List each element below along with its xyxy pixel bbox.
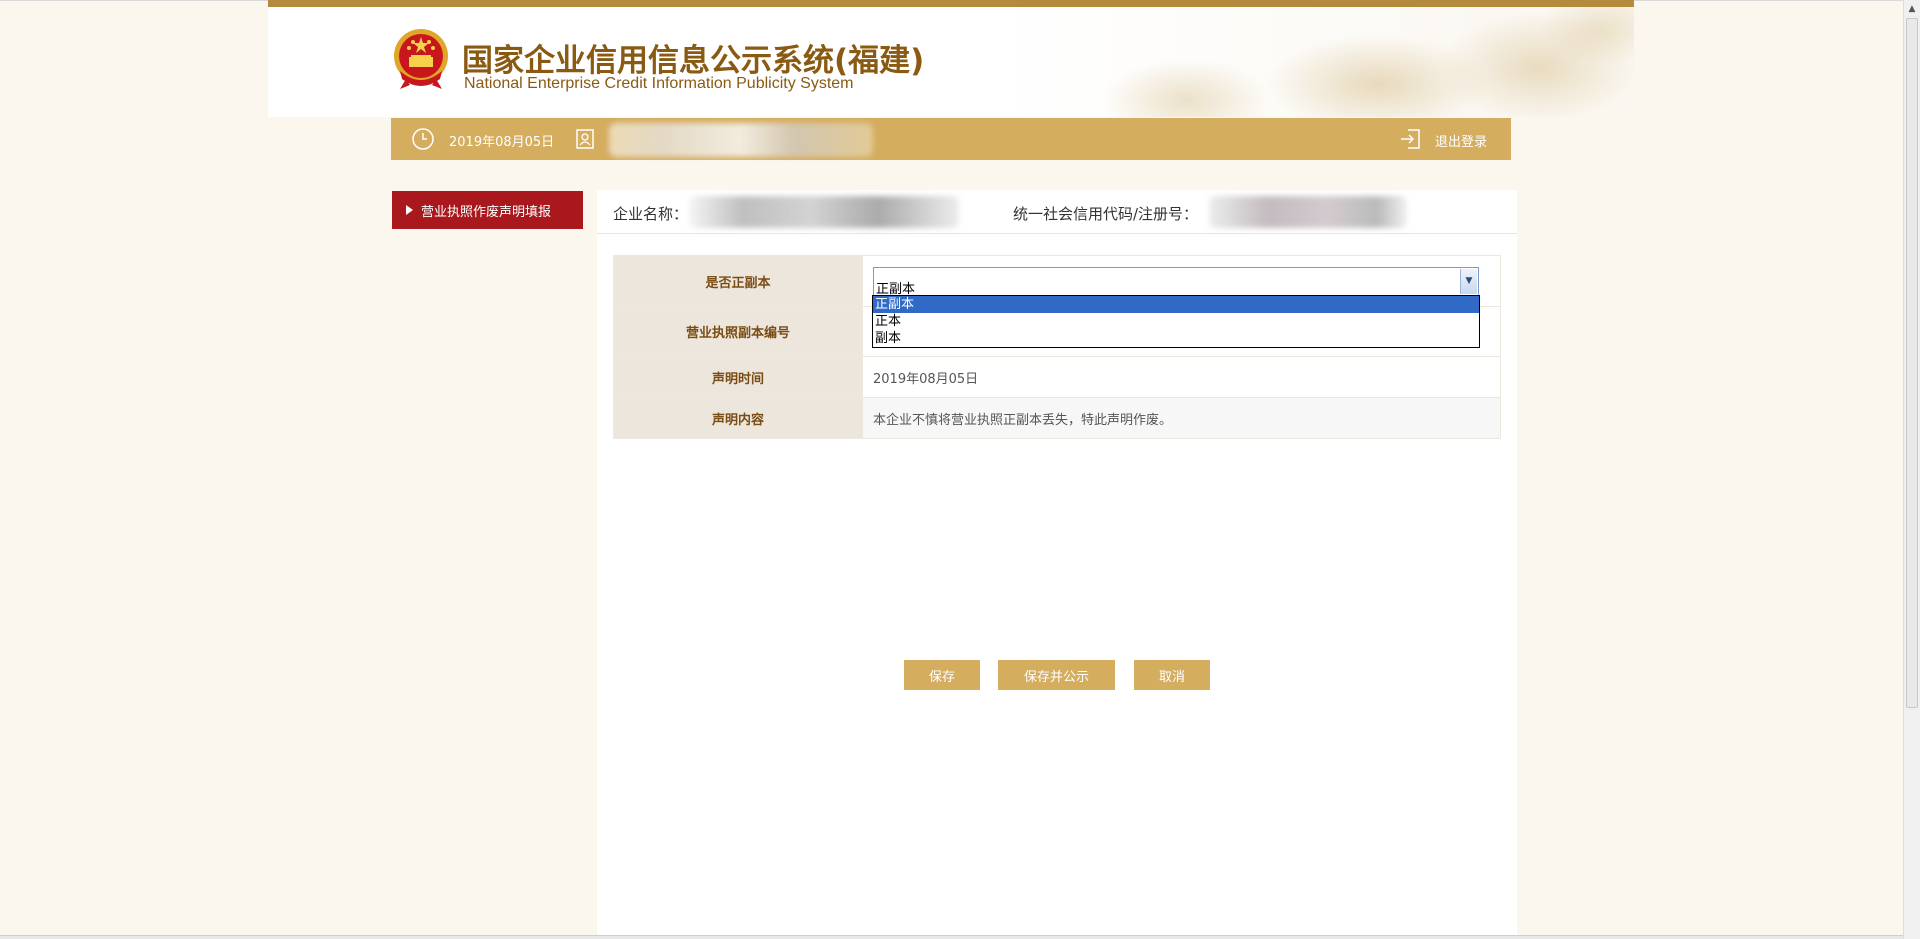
- dropdown-option[interactable]: 副本: [873, 330, 1479, 347]
- table-row: 声明时间 2019年08月05日: [613, 356, 1501, 398]
- user-icon: [576, 129, 594, 149]
- current-date: 2019年08月05日: [449, 135, 555, 150]
- credit-code-label: 统一社会信用代码/注册号：: [1013, 205, 1199, 223]
- copy-number-label: 营业执照副本编号: [613, 306, 863, 357]
- scroll-thumb[interactable]: [1906, 18, 1918, 708]
- top-info-bar: 2019年08月05日 退出登录: [391, 118, 1511, 160]
- dropdown-option[interactable]: 正本: [873, 313, 1479, 330]
- credit-code-redacted: [1209, 196, 1407, 228]
- original-copy-select[interactable]: 正副本 ▼: [873, 266, 1479, 297]
- clock-icon: [412, 128, 434, 150]
- select-value: 正副本: [876, 281, 916, 297]
- vertical-scrollbar[interactable]: ▲: [1903, 0, 1920, 939]
- national-emblem-icon: [394, 29, 448, 89]
- window-bottom-border: [0, 935, 1903, 939]
- site-header: 国家企业信用信息公示系统(福建) National Enterprise Cre…: [268, 0, 1634, 117]
- statement-content-label: 声明内容: [613, 397, 863, 439]
- sidebar-item-label: 营业执照作废声明填报: [421, 204, 552, 220]
- site-subtitle: National Enterprise Credit Information P…: [464, 75, 854, 92]
- cancel-button[interactable]: 取消: [1134, 660, 1210, 690]
- sidebar-item-license-void-statement[interactable]: 营业执照作废声明填报: [392, 191, 583, 229]
- chevron-down-icon[interactable]: ▼: [1460, 268, 1477, 294]
- site-title: 国家企业信用信息公示系统(福建): [462, 43, 925, 79]
- statement-date-label: 声明时间: [613, 356, 863, 398]
- company-name-label: 企业名称：: [613, 205, 689, 223]
- table-row: 声明内容 本企业不慎将营业执照正副本丢失，特此声明作废。: [613, 397, 1501, 439]
- triangle-right-icon: [406, 205, 413, 215]
- company-name-redacted: [689, 196, 959, 228]
- user-name-redacted: [609, 123, 873, 157]
- header-mountain-background: [994, 7, 1634, 117]
- statement-date-value: 2019年08月05日: [862, 356, 1501, 398]
- logout-icon[interactable]: [1399, 128, 1421, 150]
- original-copy-label: 是否正副本: [613, 255, 863, 307]
- original-copy-dropdown-list: 正副本 正本 副本: [872, 295, 1480, 348]
- logout-link[interactable]: 退出登录: [1435, 131, 1487, 150]
- statement-content-value: 本企业不慎将营业执照正副本丢失，特此声明作废。: [862, 397, 1501, 439]
- company-info-row: 企业名称： 统一社会信用代码/注册号：: [597, 190, 1517, 234]
- scroll-up-icon[interactable]: ▲: [1904, 0, 1920, 17]
- save-button[interactable]: 保存: [904, 660, 980, 690]
- save-publish-button[interactable]: 保存并公示: [998, 660, 1115, 690]
- dropdown-option[interactable]: 正副本: [873, 296, 1479, 313]
